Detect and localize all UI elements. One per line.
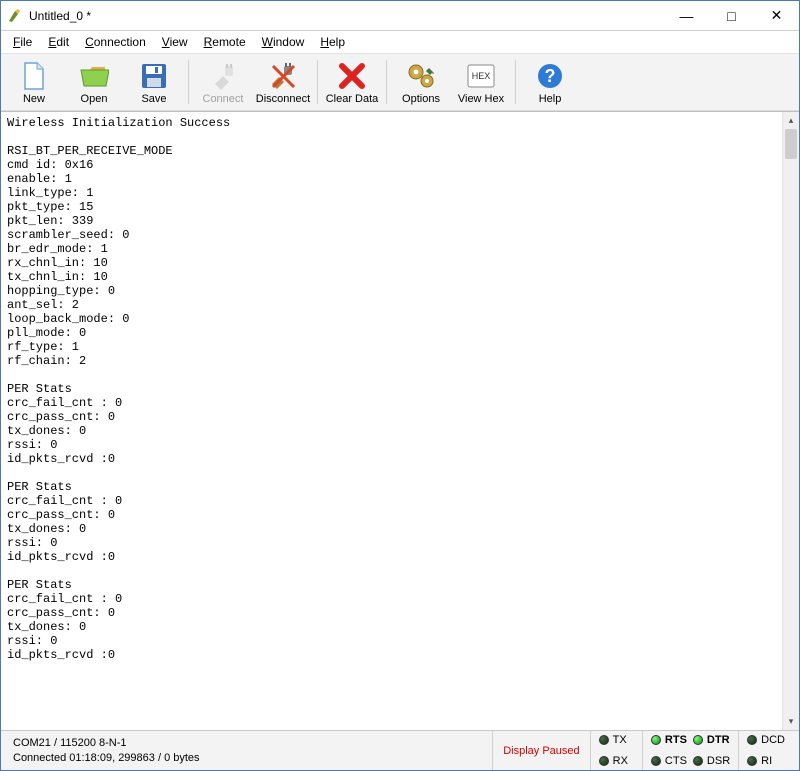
- clear-x-icon: [336, 60, 368, 92]
- status-display-paused: Display Paused: [492, 731, 589, 770]
- save-floppy-icon: [138, 60, 170, 92]
- menu-view[interactable]: View: [154, 33, 196, 51]
- signal-ri: RI: [747, 752, 785, 771]
- view-hex-button[interactable]: HEX View Hex: [451, 56, 511, 108]
- svg-text:?: ?: [545, 66, 556, 86]
- scroll-thumb[interactable]: [785, 129, 797, 159]
- new-file-icon: [18, 60, 50, 92]
- save-button[interactable]: Save: [124, 56, 184, 108]
- led-icon: [747, 735, 757, 745]
- signal-dsr: DSR: [693, 752, 730, 771]
- disconnect-button[interactable]: Disconnect: [253, 56, 313, 108]
- toolbar-label: Connect: [203, 93, 244, 105]
- connect-button[interactable]: Connect: [193, 56, 253, 108]
- led-icon: [599, 735, 609, 745]
- led-icon: [651, 735, 661, 745]
- status-bar: COM21 / 115200 8-N-1 Connected 01:18:09,…: [1, 730, 799, 770]
- signal-rts[interactable]: RTS: [651, 731, 687, 750]
- menu-file[interactable]: File: [5, 33, 40, 51]
- gear-icon: [405, 60, 437, 92]
- toolbar-label: Disconnect: [256, 93, 310, 105]
- toolbar-separator: [317, 60, 318, 104]
- signal-block-txrx: TX RX: [590, 731, 642, 770]
- title-bar: Untitled_0 * ― □ ✕: [1, 1, 799, 31]
- toolbar-separator: [386, 60, 387, 104]
- toolbar-label: View Hex: [458, 93, 504, 105]
- open-button[interactable]: Open: [64, 56, 124, 108]
- menu-bar: File Edit Connection View Remote Window …: [1, 31, 799, 53]
- connect-plug-icon: [207, 60, 239, 92]
- toolbar-label: Help: [539, 93, 562, 105]
- new-button[interactable]: New: [4, 56, 64, 108]
- toolbar-label: New: [23, 93, 45, 105]
- menu-help[interactable]: Help: [312, 33, 353, 51]
- window-controls: ― □ ✕: [664, 1, 799, 30]
- scroll-down-icon[interactable]: ▾: [783, 713, 799, 730]
- menu-edit[interactable]: Edit: [40, 33, 77, 51]
- open-folder-icon: [78, 60, 110, 92]
- disconnect-plug-icon: [267, 60, 299, 92]
- close-button[interactable]: ✕: [754, 1, 799, 30]
- scroll-up-icon[interactable]: ▴: [783, 112, 799, 129]
- hex-icon: HEX: [465, 60, 497, 92]
- signal-block-rtscts: RTS DTR CTS DSR: [642, 731, 738, 770]
- toolbar-label: Options: [402, 93, 440, 105]
- signal-dtr[interactable]: DTR: [693, 731, 730, 750]
- menu-connection[interactable]: Connection: [77, 33, 154, 51]
- signal-cts: CTS: [651, 752, 687, 771]
- led-icon: [693, 735, 703, 745]
- console-area: Wireless Initialization Success RSI_BT_P…: [1, 111, 799, 730]
- signal-tx: TX: [599, 731, 628, 750]
- help-icon: ?: [534, 60, 566, 92]
- console-output[interactable]: Wireless Initialization Success RSI_BT_P…: [1, 112, 782, 730]
- app-icon: [7, 8, 23, 24]
- vertical-scrollbar[interactable]: ▴ ▾: [782, 112, 799, 730]
- signal-rx: RX: [599, 752, 628, 771]
- minimize-button[interactable]: ―: [664, 1, 709, 30]
- maximize-button[interactable]: □: [709, 1, 754, 30]
- led-icon: [747, 756, 757, 766]
- window-title: Untitled_0 *: [29, 9, 664, 23]
- menu-remote[interactable]: Remote: [196, 33, 254, 51]
- led-icon: [599, 756, 609, 766]
- signal-block-dcdri: DCD RI: [738, 731, 799, 770]
- toolbar: New Open Save Connect Disconnect Clear D…: [1, 53, 799, 111]
- toolbar-separator: [188, 60, 189, 104]
- help-button[interactable]: ? Help: [520, 56, 580, 108]
- toolbar-separator: [515, 60, 516, 104]
- svg-text:HEX: HEX: [472, 71, 491, 81]
- toolbar-label: Clear Data: [326, 93, 379, 105]
- toolbar-label: Save: [141, 93, 166, 105]
- signal-dcd: DCD: [747, 731, 785, 750]
- clear-data-button[interactable]: Clear Data: [322, 56, 382, 108]
- led-icon: [651, 756, 661, 766]
- options-button[interactable]: Options: [391, 56, 451, 108]
- status-port: COM21 / 115200 8-N-1: [13, 736, 492, 751]
- toolbar-label: Open: [81, 93, 108, 105]
- led-icon: [693, 756, 703, 766]
- status-connection-info: COM21 / 115200 8-N-1 Connected 01:18:09,…: [1, 731, 492, 770]
- status-connected: Connected 01:18:09, 299863 / 0 bytes: [13, 751, 492, 766]
- menu-window[interactable]: Window: [254, 33, 313, 51]
